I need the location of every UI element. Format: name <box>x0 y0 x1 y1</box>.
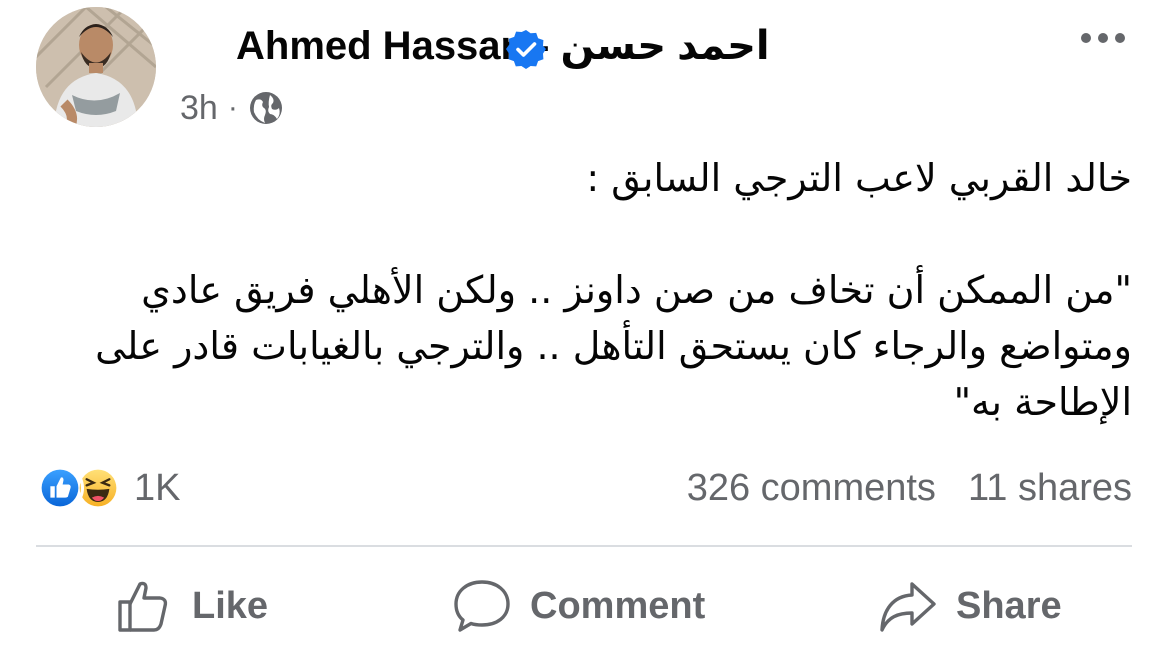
post-time[interactable]: 3h <box>180 89 218 128</box>
share-label: Share <box>956 584 1062 627</box>
post-text-line: خالد القربي لاعب الترجي السابق : <box>586 156 1132 200</box>
action-bar: Like Comment Share <box>0 570 1170 642</box>
globe-icon[interactable] <box>248 90 284 126</box>
share-arrow-icon <box>880 582 936 632</box>
like-reaction-icon <box>36 464 84 512</box>
divider <box>36 545 1132 547</box>
author-avatar[interactable] <box>36 7 156 127</box>
reactions-summary[interactable]: 1K <box>36 462 180 514</box>
avatar-photo <box>36 7 156 127</box>
engagement-stats: 326 comments 11 shares <box>687 462 1132 514</box>
like-label: Like <box>192 584 269 627</box>
comment-icon <box>454 580 510 632</box>
post-text-quote: "من الممكن أن تخاف من صن داونز .. ولكن ا… <box>95 268 1132 424</box>
author-name[interactable]: Ahmed Hassan - احمد حسن <box>236 20 770 72</box>
comment-button[interactable]: Comment <box>452 570 705 642</box>
post-body: خالد القربي لاعب الترجي السابق : "من الم… <box>52 150 1132 430</box>
comment-label: Comment <box>530 584 706 627</box>
verified-badge-icon <box>506 30 546 69</box>
share-button[interactable]: Share <box>878 570 1062 642</box>
post-meta: 3h · <box>180 86 284 130</box>
like-button[interactable]: Like <box>114 570 268 642</box>
shares-count[interactable]: 11 shares <box>968 467 1132 510</box>
thumbs-up-icon <box>118 581 168 632</box>
comments-count[interactable]: 326 comments <box>687 467 936 510</box>
meta-separator: · <box>227 91 238 124</box>
more-options-icon[interactable] <box>1078 26 1128 50</box>
reaction-count[interactable]: 1K <box>134 467 180 510</box>
